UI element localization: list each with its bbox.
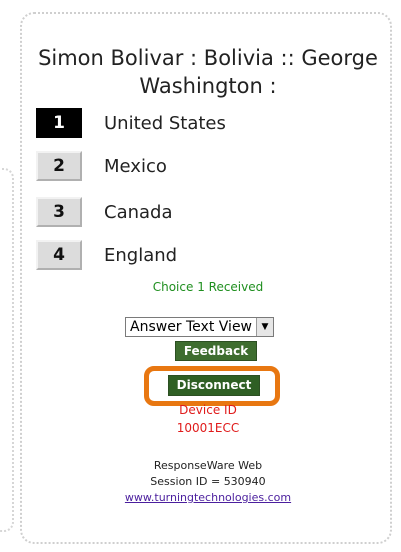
session-id-text: Session ID = 530940 [150, 475, 266, 488]
choice-2-button[interactable]: 2 [36, 151, 82, 181]
choice-4-label: England [104, 244, 178, 266]
view-select-value[interactable]: Answer Text View [126, 318, 256, 336]
device-id-label: Device ID [179, 403, 237, 417]
choice-2-label: Mexico [104, 155, 167, 177]
choice-3[interactable]: 3 Canada [36, 195, 173, 229]
response-card: Simon Bolivar : Bolivia :: George Washin… [20, 12, 392, 544]
question-line-2: Washington : [139, 74, 277, 98]
brand-text: ResponseWare Web [153, 459, 263, 472]
choice-2[interactable]: 2 Mexico [36, 149, 167, 183]
left-panel-border [0, 168, 14, 532]
choice-3-label: Canada [104, 201, 173, 223]
disconnect-button[interactable]: Disconnect [168, 375, 260, 396]
website-link[interactable]: www.turningtechnologies.com [22, 491, 394, 504]
question-text: Simon Bolivar : Bolivia :: George Washin… [22, 44, 394, 100]
choice-1-label: United States [104, 112, 226, 134]
feedback-button[interactable]: Feedback [175, 341, 257, 361]
choice-received-status: Choice 1 Received [152, 280, 264, 294]
choice-3-button[interactable]: 3 [36, 197, 82, 227]
choice-1-button[interactable]: 1 [36, 108, 82, 138]
choice-4-button[interactable]: 4 [36, 240, 82, 270]
choice-1[interactable]: 1 United States [36, 106, 226, 140]
question-line-1: Simon Bolivar : Bolivia :: George [38, 46, 378, 70]
view-select-dropdown[interactable]: Answer Text View ▼ [125, 317, 275, 337]
device-id-value: 10001ECC [176, 421, 240, 435]
chevron-down-icon[interactable]: ▼ [256, 318, 274, 336]
choice-4[interactable]: 4 England [36, 238, 177, 272]
